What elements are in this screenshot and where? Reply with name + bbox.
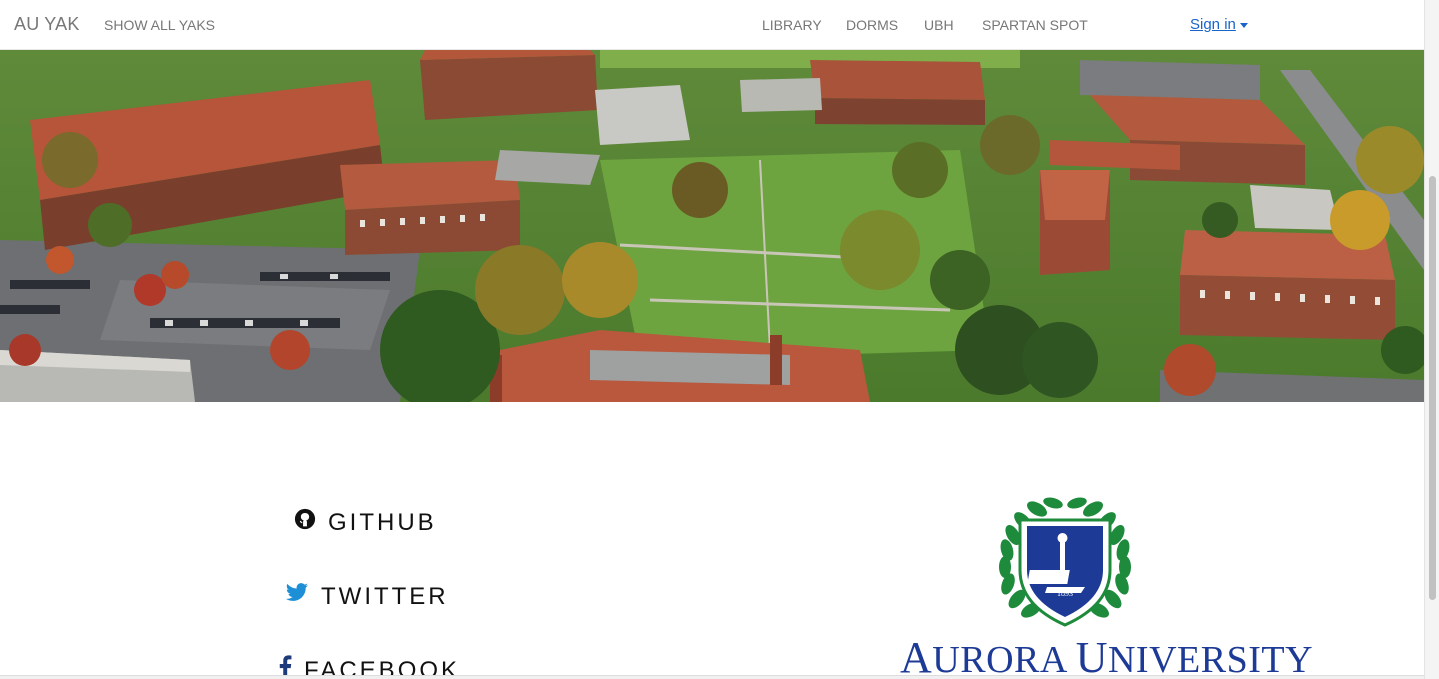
hero-campus-image [0, 50, 1424, 402]
page-viewport: AU YAK SHOW ALL YAKS LIBRARY DORMS UBH S… [0, 0, 1424, 679]
vertical-scrollbar[interactable] [1424, 0, 1439, 679]
nav-ubh[interactable]: UBH [924, 17, 954, 33]
wordmark-initial-a: A [900, 633, 933, 679]
brand-link[interactable]: AU YAK [14, 14, 80, 35]
nav-dorms[interactable]: DORMS [846, 17, 898, 33]
university-seal-icon [999, 497, 1131, 627]
top-navbar: AU YAK SHOW ALL YAKS LIBRARY DORMS UBH S… [0, 0, 1424, 50]
wordmark-initial-u: U [1075, 633, 1108, 679]
wordmark-urora: URORA [932, 639, 1076, 679]
twitter-label: TWITTER [321, 582, 449, 610]
sign-in-label: Sign in [1190, 16, 1236, 33]
twitter-bird-icon [285, 582, 309, 611]
github-label: GITHUB [328, 508, 437, 536]
aurora-university-wordmark: AURORA UNIVERSITY [900, 632, 1313, 679]
nav-library[interactable]: LIBRARY [762, 17, 822, 33]
wordmark-niversity: NIVERSITY [1107, 639, 1314, 679]
scrollbar-thumb[interactable] [1429, 176, 1436, 600]
github-icon [294, 508, 316, 537]
nav-spartan-spot[interactable]: SPARTAN SPOT [982, 17, 1088, 33]
seal-year: 1893 [1057, 589, 1073, 598]
twitter-link[interactable]: TWITTER [285, 582, 449, 611]
horizontal-scroll-edge [0, 675, 1424, 679]
sign-in-dropdown[interactable]: Sign in [1190, 16, 1248, 33]
nav-show-all-yaks[interactable]: SHOW ALL YAKS [104, 17, 215, 33]
caret-down-icon [1239, 22, 1248, 28]
campus-aerial-illustration [0, 50, 1424, 402]
github-link[interactable]: GITHUB [294, 508, 437, 537]
